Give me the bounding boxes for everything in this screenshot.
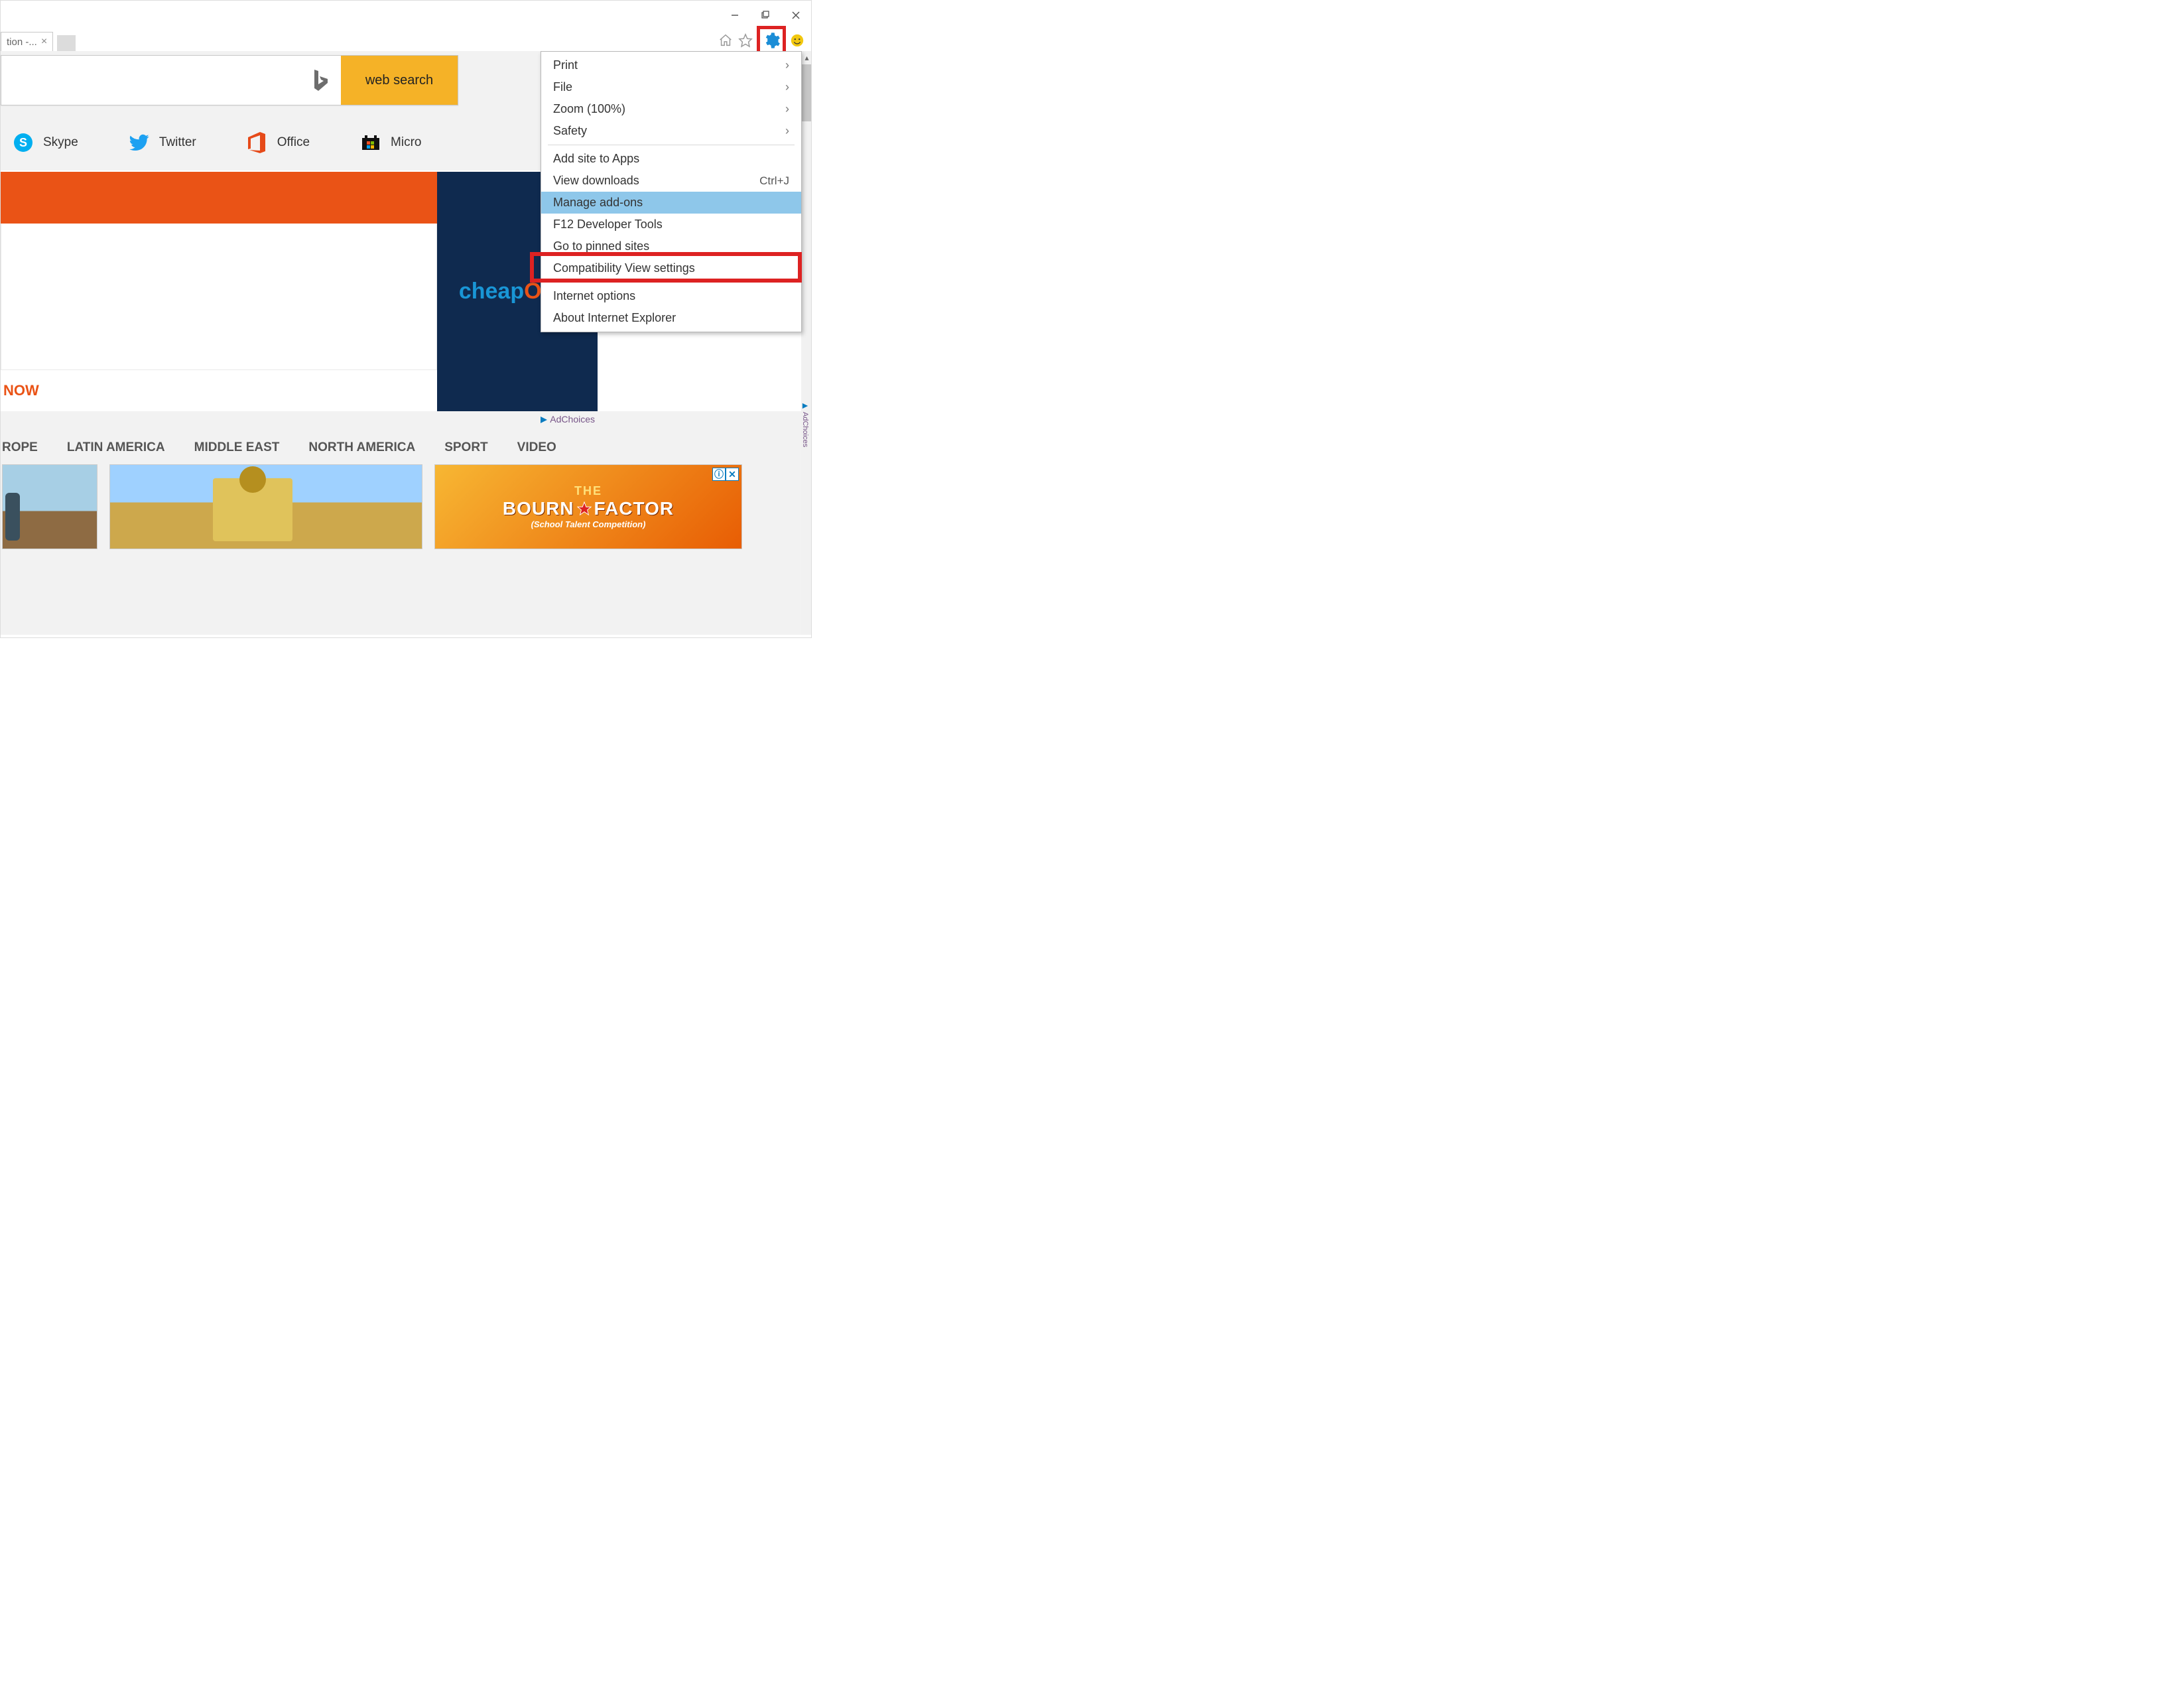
close-window-button[interactable] (781, 5, 811, 25)
hero-left: NOW (1, 172, 437, 411)
menu-label: Go to pinned sites (553, 239, 649, 253)
category-nav: ROPE LATIN AMERICA MIDDLE EAST NORTH AME… (1, 424, 811, 464)
ad-line3: (School Talent Competition) (531, 519, 646, 529)
menu-separator (548, 282, 795, 283)
scrollbar-thumb[interactable] (801, 64, 811, 121)
adchoices-icon (540, 416, 548, 424)
search-bar: web search (1, 55, 458, 105)
hero-white-panel (1, 224, 437, 370)
star-icon (577, 501, 592, 516)
menu-item-go-to-pinned-sites[interactable]: Go to pinned sites (541, 235, 801, 257)
article-thumbnail-1[interactable] (2, 464, 97, 549)
menu-item-add-site-to-apps[interactable]: Add site to Apps (541, 148, 801, 170)
nav-cat[interactable]: SPORT (444, 440, 487, 455)
tab-close-icon[interactable]: × (41, 36, 47, 48)
menu-item-view-downloads[interactable]: View downloads Ctrl+J (541, 170, 801, 192)
ad-close-icon[interactable]: ✕ (726, 468, 739, 481)
ad-line2: BOURN FACTOR (503, 498, 674, 519)
tab-title: tion -... (7, 36, 37, 48)
svg-text:S: S (19, 136, 27, 149)
toolbar-icons (717, 30, 806, 51)
menu-item-zoom[interactable]: Zoom (100%) › (541, 98, 801, 120)
home-icon[interactable] (717, 32, 734, 49)
store-icon (360, 132, 381, 153)
menu-item-print[interactable]: Print › (541, 54, 801, 76)
browser-tab[interactable]: tion -... × (1, 32, 53, 51)
quick-link-label: Micro (391, 135, 421, 150)
tools-menu: Print › File › Zoom (100%) › Safety › Add si… (541, 51, 802, 332)
menu-label: View downloads (553, 174, 639, 188)
nav-cat[interactable]: LATIN AMERICA (67, 440, 165, 455)
nav-cat[interactable]: MIDDLE EAST (194, 440, 280, 455)
menu-label: About Internet Explorer (553, 311, 676, 325)
quick-link-twitter[interactable]: Twitter (129, 132, 196, 153)
page-content: ▴ Print › File › Zoom (100%) › Safety › Add … (1, 51, 811, 635)
favorites-star-icon[interactable] (737, 32, 754, 49)
quick-link-office[interactable]: Office (247, 132, 310, 153)
web-search-button[interactable]: web search (341, 56, 458, 105)
menu-item-f12-developer-tools[interactable]: F12 Developer Tools (541, 214, 801, 235)
quick-link-microsoft-store[interactable]: Micro (360, 132, 421, 153)
smiley-feedback-icon[interactable] (789, 32, 806, 49)
quick-link-label: Office (277, 135, 310, 150)
menu-item-manage-addons[interactable]: Manage add-ons (541, 192, 801, 214)
search-button-label: web search (365, 73, 433, 88)
nav-cat[interactable]: ROPE (2, 440, 38, 455)
browser-window: tion -... × ▴ (0, 0, 812, 638)
book-now-link[interactable]: NOW (1, 370, 437, 411)
person-figure (5, 493, 20, 541)
menu-label: Safety (553, 124, 587, 138)
article-thumbnail-2[interactable] (109, 464, 422, 549)
office-icon (247, 132, 268, 153)
menu-item-internet-options[interactable]: Internet options (541, 285, 801, 307)
bing-logo-icon (310, 68, 329, 92)
skype-icon: S (13, 132, 34, 153)
menu-label: Zoom (100%) (553, 102, 625, 116)
ad-corner-controls: ⓘ ✕ (712, 468, 739, 481)
menu-item-compatibility-view[interactable]: Compatibility View settings (541, 257, 801, 279)
maximize-button[interactable] (750, 5, 781, 25)
chevron-right-icon: › (785, 102, 789, 116)
menu-item-safety[interactable]: Safety › (541, 120, 801, 142)
quick-link-skype[interactable]: S Skype (13, 132, 78, 153)
menu-label: Add site to Apps (553, 152, 639, 166)
thumbnail-row: ⓘ ✕ THE BOURN FACTOR (School Talent Comp… (1, 464, 811, 549)
chevron-right-icon: › (785, 58, 789, 72)
nav-cat[interactable]: VIDEO (517, 440, 556, 455)
menu-label: Internet options (553, 289, 635, 303)
bourn-factor-ad[interactable]: ⓘ ✕ THE BOURN FACTOR (School Talent Comp… (434, 464, 742, 549)
menu-label: F12 Developer Tools (553, 218, 663, 231)
chevron-right-icon: › (785, 80, 789, 94)
building-figure (213, 478, 292, 541)
nav-cat[interactable]: NORTH AMERICA (308, 440, 415, 455)
orange-banner (1, 172, 437, 224)
ad-info-icon[interactable]: ⓘ (712, 468, 726, 481)
twitter-icon (129, 132, 150, 153)
menu-label: Manage add-ons (553, 196, 643, 210)
vertical-scrollbar[interactable]: ▴ (801, 51, 811, 635)
menu-item-file[interactable]: File › (541, 76, 801, 98)
minimize-button[interactable] (720, 5, 750, 25)
menu-label: Compatibility View settings (553, 261, 695, 275)
menu-label: Print (553, 58, 578, 72)
tab-strip: tion -... × (1, 30, 811, 51)
chevron-right-icon: › (785, 124, 789, 138)
adchoices-icon (802, 403, 808, 409)
menu-shortcut: Ctrl+J (759, 174, 789, 188)
ad-line1: THE (574, 484, 602, 498)
quick-link-label: Twitter (159, 135, 196, 150)
adchoices-link[interactable]: AdChoices (1, 411, 602, 424)
menu-item-about-ie[interactable]: About Internet Explorer (541, 307, 801, 329)
quick-link-label: Skype (43, 135, 78, 150)
tools-gear-icon[interactable] (760, 29, 783, 52)
title-bar (1, 1, 811, 30)
scroll-up-arrow-icon[interactable]: ▴ (801, 51, 811, 64)
search-input[interactable] (1, 56, 341, 105)
vertical-adchoices[interactable]: AdChoices (799, 403, 811, 447)
new-tab-button[interactable] (57, 35, 76, 51)
menu-label: File (553, 80, 572, 94)
